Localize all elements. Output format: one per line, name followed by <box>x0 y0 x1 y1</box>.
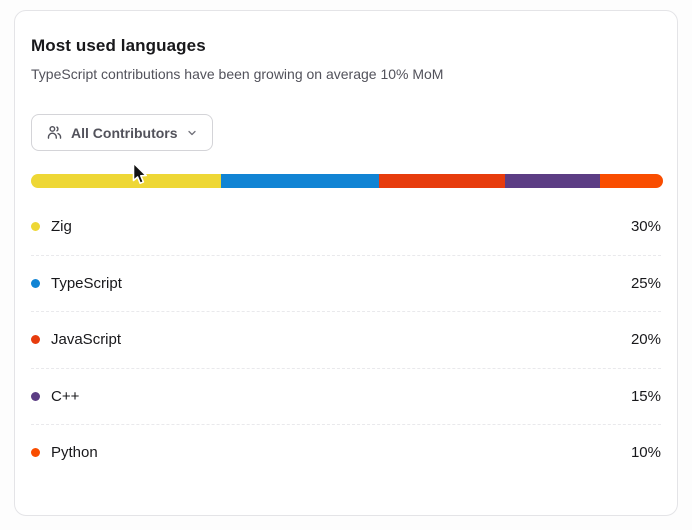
most-used-languages-card: Most used languages TypeScript contribut… <box>14 10 678 516</box>
bar-segment-python[interactable] <box>599 174 663 188</box>
legend-label: Zig <box>51 218 72 235</box>
legend-row-typescript: TypeScript 25% <box>31 256 661 312</box>
legend-row-javascript: JavaScript 20% <box>31 312 661 369</box>
legend-label: JavaScript <box>51 331 122 348</box>
page-title: Most used languages <box>31 36 206 55</box>
legend-label: TypeScript <box>51 274 122 292</box>
legend-dot-cpp <box>31 391 40 401</box>
language-legend-list: Zig 30% TypeScript 25% JavaScript 20% C+… <box>31 199 661 481</box>
legend-value: 25% <box>630 274 661 292</box>
legend-value: 10% <box>630 444 661 461</box>
legend-dot-typescript <box>31 278 40 288</box>
card-subtitle: TypeScript contributions have been growi… <box>31 66 444 82</box>
legend-value: 15% <box>630 387 661 405</box>
chevron-down-icon <box>186 127 198 139</box>
contributors-filter-button[interactable]: All Contributors <box>31 114 213 151</box>
contributors-filter-label: All Contributors <box>71 124 178 141</box>
legend-value: 30% <box>630 218 661 235</box>
bar-segment-javascript[interactable] <box>378 174 505 188</box>
legend-dot-python <box>31 448 40 457</box>
legend-row-cpp: C++ 15% <box>31 369 661 425</box>
bar-segment-zig[interactable] <box>31 174 221 188</box>
language-usage-stacked-bar <box>31 174 663 188</box>
legend-dot-zig <box>31 222 40 231</box>
legend-row-zig: Zig 30% <box>31 199 661 256</box>
legend-label: Python <box>51 444 98 461</box>
users-icon <box>46 124 63 141</box>
legend-row-python: Python 10% <box>31 425 661 481</box>
legend-dot-javascript <box>31 335 40 344</box>
legend-value: 20% <box>630 331 661 348</box>
legend-label: C++ <box>51 387 80 405</box>
bar-segment-typescript[interactable] <box>220 174 379 188</box>
bar-segment-cpp[interactable] <box>504 174 600 188</box>
